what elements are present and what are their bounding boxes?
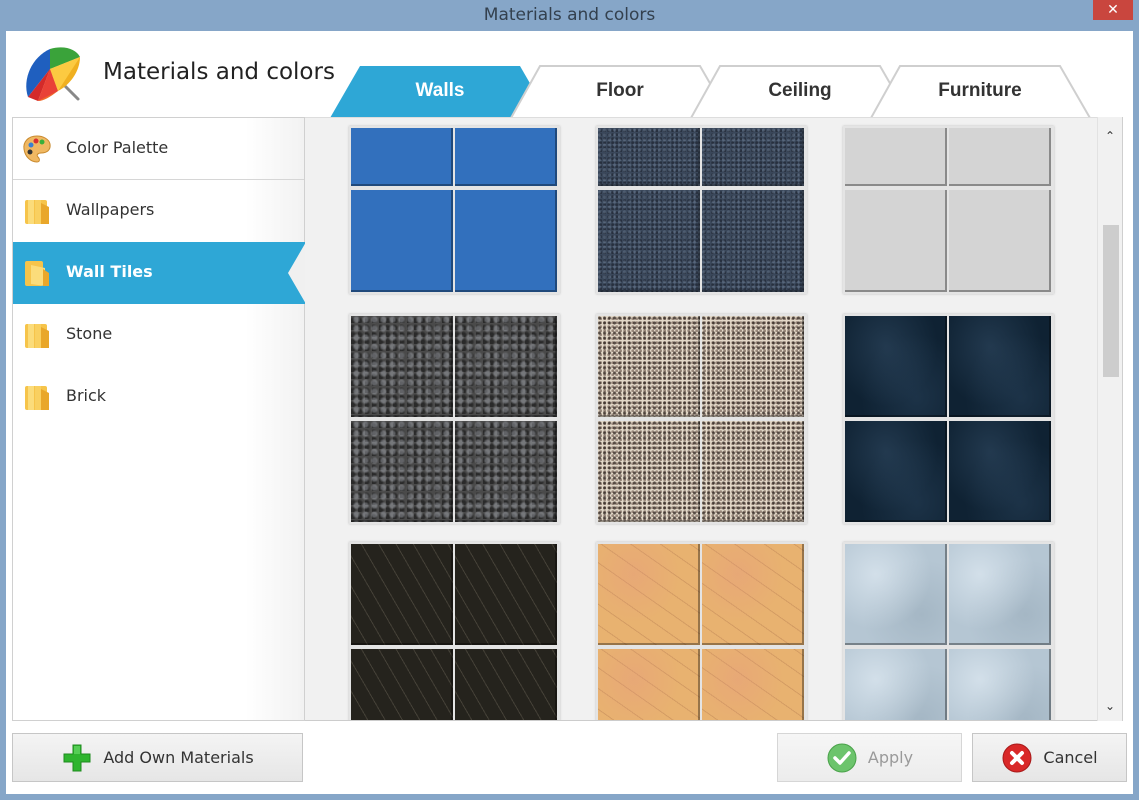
folder-icon [21, 381, 53, 413]
material-swatch[interactable] [843, 542, 1054, 720]
tile-quadrant [455, 544, 557, 645]
material-swatch[interactable] [596, 542, 807, 720]
close-button[interactable]: ✕ [1093, 0, 1133, 20]
sidebar-item-wall-tiles[interactable]: Wall Tiles [13, 242, 306, 304]
sidebar-item-label: Brick [66, 386, 107, 405]
sidebar-item-label: Wallpapers [66, 200, 155, 219]
tile-quadrant [845, 421, 947, 522]
grid-scrollbar[interactable]: ⌃ ⌄ [1097, 117, 1123, 721]
button-label: Add Own Materials [103, 748, 254, 767]
title-bar: Materials and colors ✕ [0, 0, 1139, 30]
tile-quadrant [949, 421, 1051, 522]
cancel-button[interactable]: Cancel [972, 733, 1127, 782]
window-title: Materials and colors [483, 5, 656, 25]
tile-quadrant [845, 190, 947, 292]
sidebar-item-label: Stone [66, 324, 113, 343]
dialog-client-area: Materials and colors Walls Floor Ceiling… [6, 31, 1133, 794]
tile-quadrant [949, 544, 1051, 645]
tile-quadrant [351, 421, 453, 522]
folder-icon [21, 195, 53, 227]
tile-quadrant [949, 649, 1051, 720]
material-swatch[interactable] [596, 314, 807, 524]
tile-quadrant [351, 649, 453, 720]
tile-quadrant [702, 421, 804, 522]
close-icon: ✕ [1107, 2, 1119, 18]
material-swatch[interactable] [843, 314, 1054, 524]
tile-quadrant [598, 649, 700, 720]
plus-icon [61, 742, 93, 774]
button-label: Apply [867, 748, 914, 767]
material-grid [305, 117, 1097, 721]
tile-quadrant [351, 190, 453, 292]
tile-quadrant [455, 649, 557, 720]
tile-quadrant [351, 316, 453, 417]
scroll-up-icon[interactable]: ⌃ [1098, 125, 1122, 147]
tile-quadrant [598, 190, 700, 292]
material-category-list: Color Palette Wallpapers Wall Tiles Ston… [12, 117, 306, 721]
tile-quadrant [949, 128, 1051, 186]
tab-label: Furniture [938, 80, 1022, 101]
checkmark-icon [826, 742, 858, 774]
tile-quadrant [455, 128, 557, 186]
material-swatch[interactable] [349, 542, 560, 720]
tile-quadrant [949, 190, 1051, 292]
material-swatch[interactable] [349, 126, 560, 294]
tile-quadrant [702, 316, 804, 417]
button-label: Cancel [1043, 748, 1098, 767]
apply-button[interactable]: Apply [777, 733, 962, 782]
tile-quadrant [455, 190, 557, 292]
sidebar-item-brick[interactable]: Brick [13, 366, 304, 428]
tab-furniture[interactable]: Furniture [870, 64, 1091, 118]
tile-quadrant [351, 128, 453, 186]
tile-quadrant [598, 421, 700, 522]
tile-quadrant [702, 128, 804, 186]
tile-quadrant [455, 421, 557, 522]
folder-icon [21, 319, 53, 351]
tile-quadrant [845, 649, 947, 720]
cancel-x-icon [1001, 742, 1033, 774]
sidebar-item-stone[interactable]: Stone [13, 304, 304, 366]
sidebar-item-label: Color Palette [66, 138, 169, 157]
tile-quadrant [702, 544, 804, 645]
tile-quadrant [598, 316, 700, 417]
tile-quadrant [351, 544, 453, 645]
tile-quadrant [598, 544, 700, 645]
tile-quadrant [949, 316, 1051, 417]
category-tabs: Walls Floor Ceiling Furniture [330, 64, 1100, 118]
tile-quadrant [702, 649, 804, 720]
sidebar-item-wallpapers[interactable]: Wallpapers [13, 180, 304, 242]
material-swatch[interactable] [596, 126, 807, 294]
material-swatch[interactable] [349, 314, 560, 524]
sidebar-item-color-palette[interactable]: Color Palette [13, 118, 304, 180]
tile-quadrant [702, 190, 804, 292]
tile-quadrant [598, 128, 700, 186]
materials-dialog: Materials and colors ✕ Materials and col… [0, 0, 1139, 800]
scroll-down-icon[interactable]: ⌄ [1098, 695, 1122, 717]
dialog-heading: Materials and colors [103, 59, 335, 85]
scroll-thumb[interactable] [1103, 225, 1119, 377]
tile-quadrant [845, 316, 947, 417]
tile-quadrant [845, 128, 947, 186]
tile-quadrant [455, 316, 557, 417]
umbrella-icon [20, 43, 84, 107]
material-swatch[interactable] [843, 126, 1054, 294]
folder-open-icon [21, 257, 53, 289]
tile-quadrant [845, 544, 947, 645]
selection-notch [288, 242, 306, 304]
add-own-materials-button[interactable]: Add Own Materials [12, 733, 303, 782]
palette-icon [21, 133, 53, 165]
sidebar-item-label: Wall Tiles [66, 262, 153, 281]
